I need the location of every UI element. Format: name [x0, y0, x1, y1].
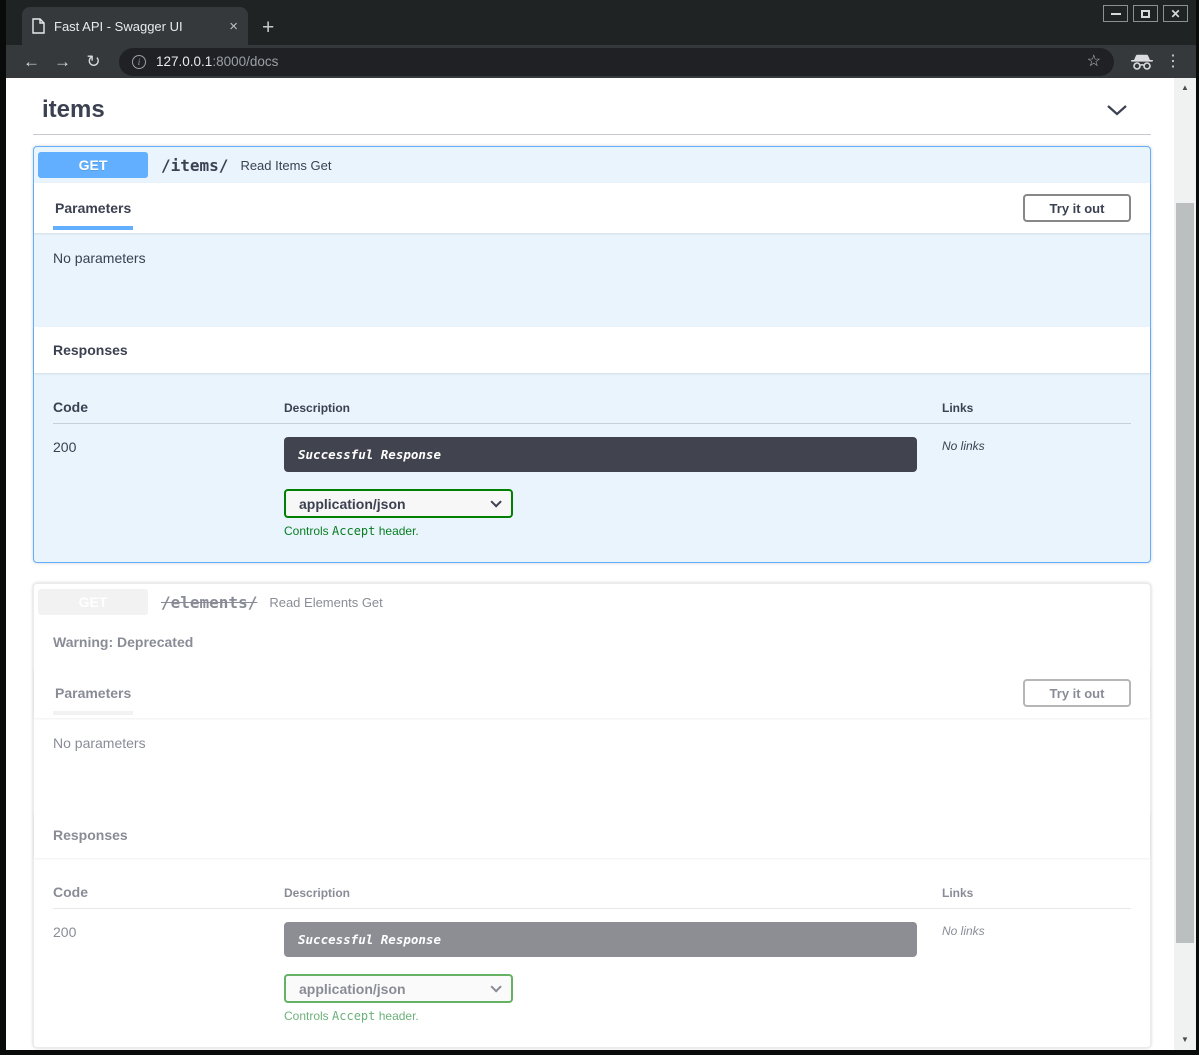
parameters-header: Parameters Try it out	[34, 183, 1150, 233]
responses-table-head: Code Description Links	[53, 872, 1131, 909]
deprecated-warning: Warning: Deprecated	[34, 620, 1150, 668]
endpoint-path: /elements/	[161, 593, 257, 612]
code-column-header: Code	[53, 399, 284, 415]
method-badge: GET	[38, 589, 148, 615]
response-description-box: Successful Response	[284, 922, 917, 957]
note-prefix: Controls	[284, 524, 332, 538]
response-description-cell: Successful Response application/json Con…	[284, 922, 942, 1023]
tab-title: Fast API - Swagger UI	[54, 19, 183, 34]
responses-header: Responses	[34, 327, 1150, 373]
new-tab-button[interactable]: +	[262, 17, 274, 38]
responses-table: Code Description Links 200 Successful Re…	[34, 373, 1150, 562]
response-row: 200 Successful Response application/json…	[53, 424, 1131, 538]
collapse-chevron-icon[interactable]	[1106, 104, 1128, 116]
note-prefix: Controls	[284, 1009, 332, 1023]
code-column-header: Code	[53, 884, 284, 900]
page-content: items GET /items/ Read Items Get Paramet…	[6, 78, 1174, 1050]
browser-tab[interactable]: Fast API - Swagger UI ×	[22, 7, 248, 45]
minimize-icon	[1111, 13, 1121, 15]
opblock-get-elements-deprecated: GET /elements/ Read Elements Get Warning…	[33, 583, 1151, 1048]
endpoint-path: /items/	[161, 156, 228, 175]
tab-strip: Fast API - Swagger UI × + ✕	[6, 0, 1196, 45]
browser-window: Fast API - Swagger UI × + ✕ ← → ↻ i 127.…	[0, 0, 1199, 1055]
media-type-value: application/json	[299, 981, 406, 997]
parameters-body: No parameters	[34, 718, 1150, 812]
opblock-summary[interactable]: GET /elements/ Read Elements Get	[34, 584, 1150, 620]
accept-header-note: Controls Accept header.	[284, 524, 942, 538]
tab-close-icon[interactable]: ×	[229, 19, 238, 34]
back-icon[interactable]: ←	[16, 53, 47, 70]
parameters-body: No parameters	[34, 233, 1150, 327]
site-info-icon[interactable]: i	[132, 55, 146, 69]
no-parameters-text: No parameters	[53, 250, 146, 266]
links-column-header: Links	[942, 401, 1131, 415]
endpoint-summary: Read Elements Get	[269, 595, 382, 610]
responses-title: Responses	[53, 342, 128, 358]
incognito-icon	[1130, 54, 1154, 70]
parameters-tab: Parameters	[53, 671, 133, 715]
description-column-header: Description	[284, 401, 942, 415]
note-accept: Accept	[332, 1009, 375, 1023]
opblock-get-items: GET /items/ Read Items Get Parameters Tr…	[33, 146, 1151, 563]
response-links: No links	[942, 437, 1131, 453]
endpoint-summary: Read Items Get	[240, 158, 331, 173]
address-bar[interactable]: i 127.0.0.1:8000/docs ☆	[119, 48, 1114, 76]
response-links: No links	[942, 922, 1131, 938]
accept-header-note: Controls Accept header.	[284, 1009, 942, 1023]
try-it-out-button[interactable]: Try it out	[1023, 194, 1131, 222]
opblock-summary[interactable]: GET /items/ Read Items Get	[34, 147, 1150, 183]
response-code: 200	[53, 437, 284, 455]
browser-menu-icon[interactable]: ⋮	[1160, 54, 1186, 70]
maximize-button[interactable]	[1133, 5, 1158, 22]
minimize-button[interactable]	[1103, 5, 1128, 22]
response-code: 200	[53, 922, 284, 940]
reload-icon[interactable]: ↻	[78, 53, 109, 70]
select-chevron-icon	[490, 981, 501, 992]
note-accept: Accept	[332, 524, 375, 538]
responses-title: Responses	[53, 827, 128, 843]
select-chevron-icon	[490, 496, 501, 507]
no-parameters-text: No parameters	[53, 735, 146, 751]
tag-section-header[interactable]: items	[33, 90, 1151, 135]
scroll-up-icon[interactable]: ▲	[1174, 84, 1196, 92]
responses-table: Code Description Links 200 Successful Re…	[34, 858, 1150, 1047]
url-path: :8000/docs	[212, 54, 278, 69]
response-row: 200 Successful Response application/json…	[53, 909, 1131, 1023]
url-text: 127.0.0.1:8000/docs	[156, 54, 1079, 69]
close-button[interactable]: ✕	[1163, 5, 1188, 22]
scroll-down-icon[interactable]: ▼	[1174, 1036, 1196, 1044]
parameters-header: Parameters Try it out	[34, 668, 1150, 718]
try-it-out-button[interactable]: Try it out	[1023, 679, 1131, 707]
links-column-header: Links	[942, 886, 1131, 900]
responses-table-head: Code Description Links	[53, 387, 1131, 424]
tag-title: items	[42, 96, 105, 124]
response-description-box: Successful Response	[284, 437, 917, 472]
description-column-header: Description	[284, 886, 942, 900]
note-suffix: header.	[375, 1009, 418, 1023]
maximize-icon	[1141, 10, 1150, 18]
responses-header: Responses	[34, 812, 1150, 858]
forward-icon[interactable]: →	[47, 53, 78, 70]
parameters-tab: Parameters	[53, 186, 133, 230]
note-suffix: header.	[375, 524, 418, 538]
media-type-select[interactable]: application/json	[284, 489, 513, 518]
window-controls: ✕	[1103, 5, 1188, 22]
url-host: 127.0.0.1	[156, 54, 212, 69]
method-badge: GET	[38, 152, 148, 178]
bookmark-star-icon[interactable]: ☆	[1087, 54, 1101, 70]
browser-toolbar: ← → ↻ i 127.0.0.1:8000/docs ☆ ⋮	[6, 45, 1196, 78]
page-scrollbar[interactable]: ▲ ▼	[1174, 78, 1196, 1050]
scrollbar-thumb[interactable]	[1176, 203, 1194, 943]
media-type-value: application/json	[299, 496, 406, 512]
page-icon	[32, 18, 45, 34]
response-description-cell: Successful Response application/json Con…	[284, 437, 942, 538]
media-type-select[interactable]: application/json	[284, 974, 513, 1003]
